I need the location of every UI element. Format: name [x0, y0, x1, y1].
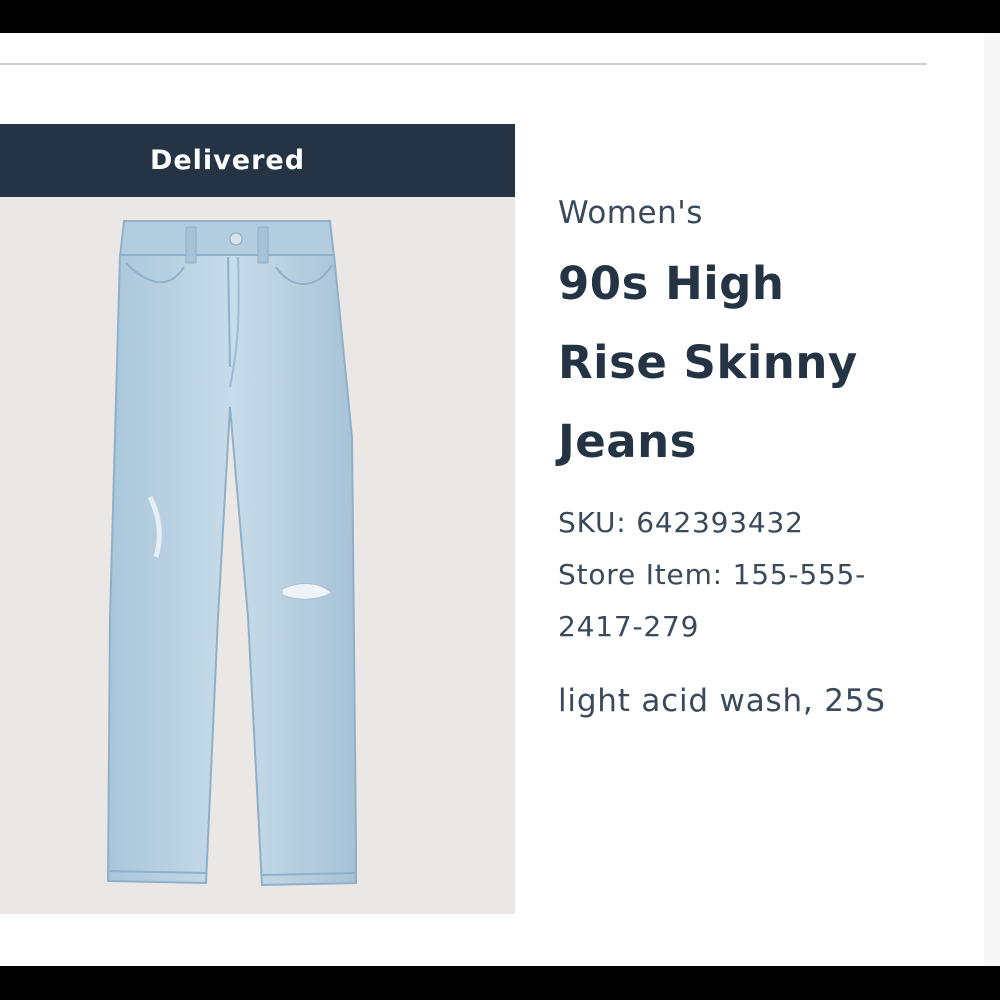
order-item-screen: Delivered Women's 90s High Rise Skinny J… [0, 0, 1000, 1000]
product-info: Women's 90s High Rise Skinny Jeans SKU: … [558, 190, 978, 719]
product-identifiers: SKU: 642393432 Store Item: 155-555-2417-… [558, 497, 918, 653]
product-image-card[interactable]: Delivered [0, 124, 515, 914]
store-item-text: Store Item: 155-555-2417-279 [558, 558, 867, 643]
bottom-black-bar [0, 966, 1000, 1000]
delivery-status-text: Delivered [149, 145, 306, 176]
right-edge-strip [984, 33, 1000, 966]
jeans-product-image [106, 220, 357, 887]
product-variant: light acid wash, 25S [558, 683, 886, 719]
section-divider [0, 63, 927, 65]
delivery-status-banner: Delivered [0, 124, 515, 197]
product-title[interactable]: 90s High Rise Skinny Jeans [558, 244, 898, 481]
top-black-bar [0, 0, 1000, 33]
product-category: Women's [558, 195, 703, 231]
sku-text: SKU: 642393432 [558, 506, 804, 539]
